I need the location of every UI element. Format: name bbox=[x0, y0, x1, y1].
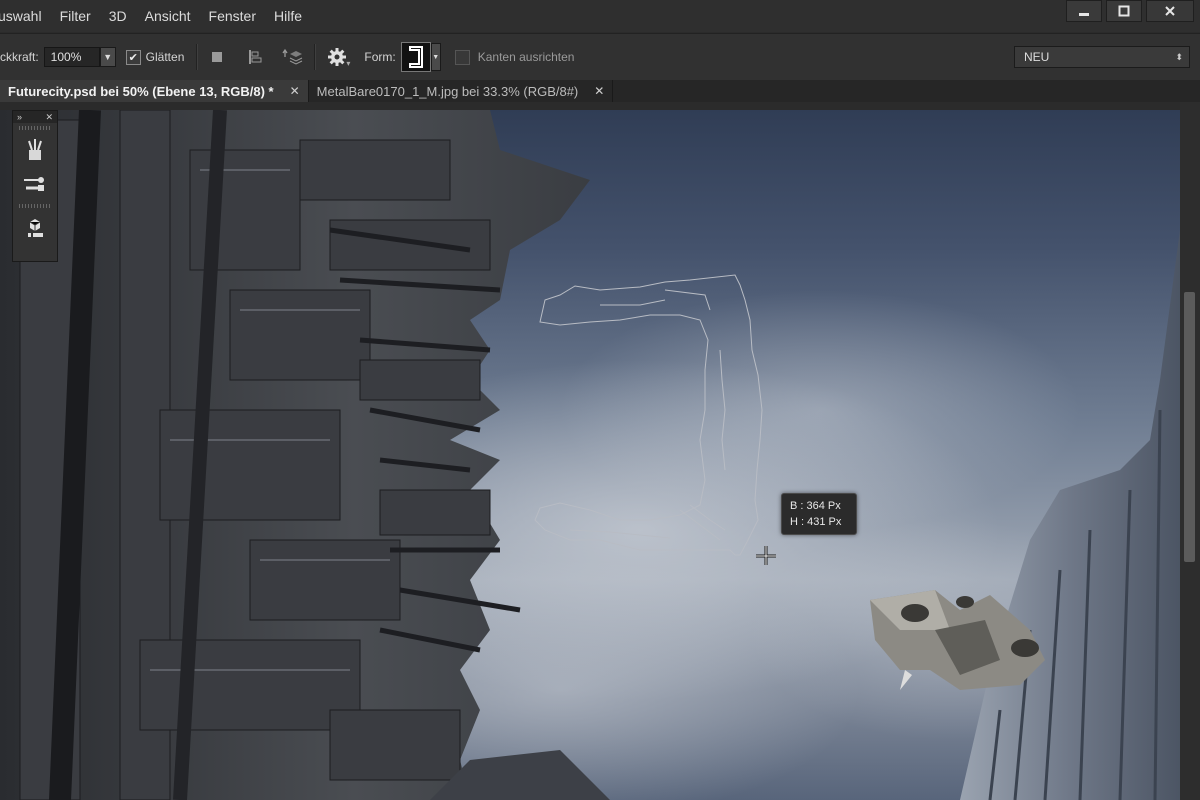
menu-item-3d[interactable]: 3D bbox=[100, 8, 136, 24]
align-edges-label: Kanten ausrichten bbox=[477, 50, 575, 64]
floating-tool-panel: » ✕ bbox=[12, 110, 58, 262]
menu-item-auswahl[interactable]: uswahl bbox=[0, 8, 51, 24]
shape-picker[interactable]: ▼ bbox=[400, 42, 441, 72]
opacity-label: ckkraft: bbox=[0, 50, 39, 64]
menu-item-ansicht[interactable]: Ansicht bbox=[136, 8, 200, 24]
settings-button[interactable] bbox=[326, 46, 348, 68]
divider bbox=[196, 44, 199, 70]
tooltip-width: B : 364 Px bbox=[790, 500, 841, 512]
mode-select-value: NEU bbox=[1024, 50, 1050, 64]
minimize-icon bbox=[1079, 13, 1089, 16]
smooth-label: Glätten bbox=[145, 50, 185, 64]
close-icon[interactable]: ✕ bbox=[45, 112, 53, 123]
artwork-futurecity bbox=[0, 110, 1180, 800]
panel-header[interactable]: » ✕ bbox=[13, 111, 57, 123]
maximize-icon bbox=[1118, 5, 1130, 17]
settings-dropdown-icon: ▾ bbox=[346, 58, 351, 68]
path-alignment-button[interactable] bbox=[244, 46, 266, 68]
dimension-tooltip: B : 364 Px H : 431 Px bbox=[781, 493, 857, 535]
path-arrangement-icon bbox=[282, 48, 303, 65]
options-bar: ckkraft: 100% ▼ ✔ Glätten ▾ Form: ▼ Kant… bbox=[0, 33, 1200, 81]
divider bbox=[314, 44, 317, 70]
collapse-icon[interactable]: » bbox=[17, 112, 22, 122]
path-operations-button[interactable] bbox=[206, 46, 228, 68]
vertical-scrollbar[interactable] bbox=[1180, 102, 1200, 800]
smooth-checkbox[interactable]: ✔ bbox=[125, 49, 141, 65]
opacity-dropdown-button[interactable]: ▼ bbox=[99, 47, 116, 67]
menu-item-hilfe[interactable]: Hilfe bbox=[265, 8, 311, 24]
close-button[interactable] bbox=[1146, 0, 1194, 22]
path-alignment-icon bbox=[249, 50, 262, 64]
shape-label: Form: bbox=[364, 50, 396, 64]
3d-panel-button[interactable] bbox=[13, 211, 57, 245]
panel-grip[interactable] bbox=[19, 204, 51, 208]
document-tab-bar: Futurecity.psd bei 50% (Ebene 13, RGB/8)… bbox=[0, 80, 1200, 102]
shape-preview[interactable] bbox=[400, 42, 431, 72]
menu-item-fenster[interactable]: Fenster bbox=[200, 8, 265, 24]
opacity-field-group: 100% ▼ bbox=[43, 47, 116, 67]
tab-label: MetalBare0170_1_M.jpg bei 33.3% (RGB/8#) bbox=[316, 83, 579, 99]
close-icon[interactable]: ✕ bbox=[290, 84, 300, 98]
checkmark-icon: ✔ bbox=[128, 51, 138, 64]
panel-grip[interactable] bbox=[19, 126, 51, 130]
bracket-shape-icon bbox=[408, 46, 423, 68]
close-icon[interactable]: ✕ bbox=[594, 84, 604, 98]
close-icon bbox=[1165, 6, 1175, 16]
tooltip-height: H : 431 Px bbox=[790, 516, 842, 528]
brush-presets-button[interactable] bbox=[13, 133, 57, 167]
tab-futurecity[interactable]: Futurecity.psd bei 50% (Ebene 13, RGB/8)… bbox=[0, 80, 309, 102]
minimize-button[interactable] bbox=[1066, 0, 1102, 22]
tab-metalbare[interactable]: MetalBare0170_1_M.jpg bei 33.3% (RGB/8#)… bbox=[309, 80, 614, 102]
chevron-down-icon: ▼ bbox=[103, 52, 113, 62]
tool-presets-button[interactable] bbox=[13, 167, 57, 201]
menu-item-filter[interactable]: Filter bbox=[51, 8, 100, 24]
tab-label: Futurecity.psd bei 50% (Ebene 13, RGB/8)… bbox=[8, 83, 274, 99]
menu-bar: uswahl Filter 3D Ansicht Fenster Hilfe bbox=[0, 0, 1200, 32]
path-operations-icon bbox=[212, 52, 223, 62]
document-canvas[interactable] bbox=[0, 110, 1180, 800]
align-edges-checkbox[interactable] bbox=[454, 49, 470, 65]
path-arrangement-button[interactable] bbox=[282, 46, 304, 68]
chevron-down-icon: ▼ bbox=[432, 53, 440, 61]
updown-arrows-icon: ⬍ bbox=[1175, 51, 1183, 62]
3d-panel-icon bbox=[28, 219, 43, 237]
maximize-button[interactable] bbox=[1106, 0, 1142, 22]
opacity-input[interactable]: 100% bbox=[43, 47, 100, 67]
brush-presets-icon bbox=[28, 139, 42, 160]
shape-dropdown-button[interactable]: ▼ bbox=[430, 43, 441, 71]
mode-select[interactable]: NEU ⬍ bbox=[1014, 46, 1190, 68]
tool-presets-icon bbox=[24, 177, 44, 191]
gear-icon bbox=[328, 48, 347, 66]
window-controls bbox=[1066, 0, 1194, 22]
scrollbar-thumb[interactable] bbox=[1184, 292, 1195, 562]
